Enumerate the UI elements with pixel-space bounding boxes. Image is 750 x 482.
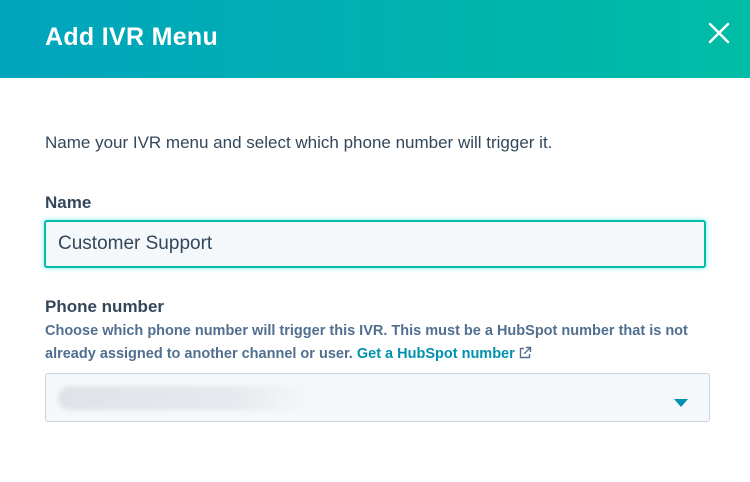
close-button[interactable] (706, 20, 732, 46)
help-link-label: Get a HubSpot number (356, 346, 515, 362)
get-hubspot-number-link[interactable]: Get a HubSpot number (357, 346, 532, 362)
intro-text: Name your IVR menu and select which phon… (45, 133, 553, 152)
phone-number-help-text: Choose which phone number will trigger t… (45, 320, 710, 368)
add-ivr-menu-dialog: Add IVR Menu Name your IVR menu and sele… (0, 0, 750, 482)
dialog-header: Add IVR Menu (0, 0, 750, 78)
phone-number-select[interactable] (45, 373, 710, 422)
name-input[interactable] (44, 220, 706, 268)
external-link-icon (518, 345, 532, 368)
caret-down-icon (674, 394, 688, 412)
dialog-title: Add IVR Menu (45, 23, 219, 51)
redacted-phone-number (58, 386, 308, 410)
close-icon (706, 20, 732, 46)
name-label: Name (45, 193, 92, 212)
phone-number-label: Phone number (45, 297, 165, 316)
